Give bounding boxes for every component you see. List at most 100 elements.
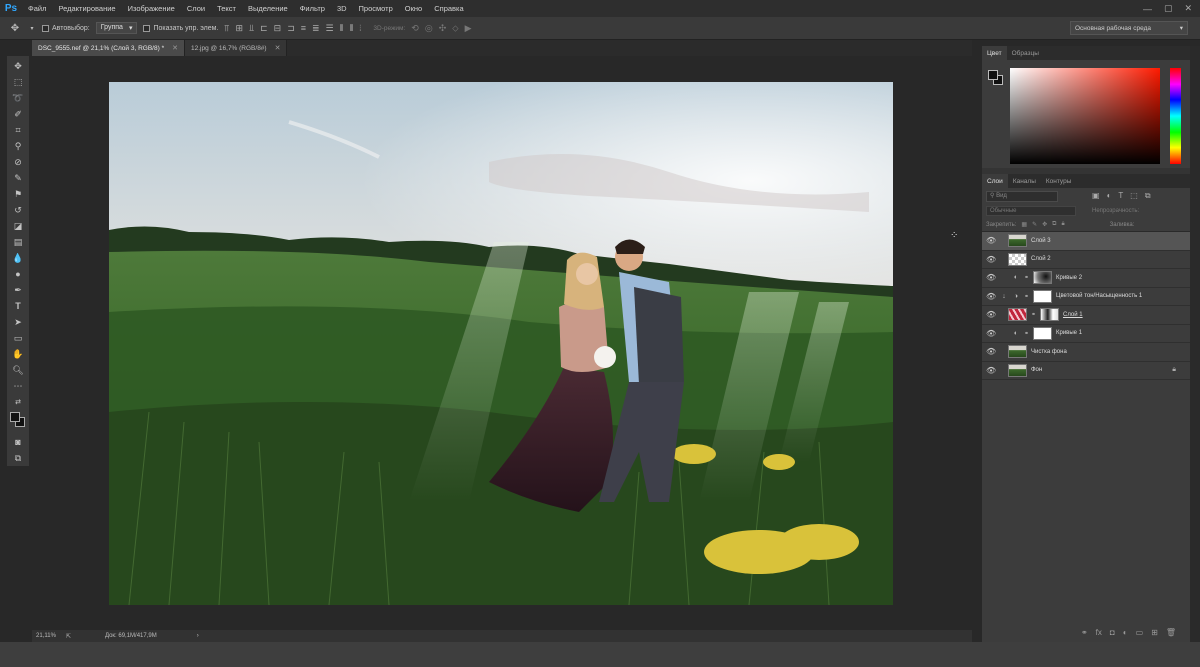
status-menu-arrow-icon[interactable]: ›	[197, 633, 199, 639]
export-icon[interactable]: ⇱	[66, 633, 71, 640]
roll-3d-icon[interactable]: ◎	[425, 23, 433, 34]
layer-mask-thumbnail[interactable]	[1033, 271, 1052, 285]
align-top-icon[interactable]: ⫪	[224, 23, 229, 34]
layer-mask-thumbnail[interactable]	[1033, 289, 1052, 303]
align-right-icon[interactable]: ⊐	[287, 23, 295, 34]
align-hcenter-icon[interactable]: ⊟	[274, 23, 282, 34]
rotate-3d-icon[interactable]: ⟲	[411, 23, 419, 34]
menu-edit[interactable]: Редактирование	[52, 4, 121, 13]
shape-tool-icon[interactable]: ▭	[10, 330, 26, 346]
align-vcenter-icon[interactable]: ⊞	[235, 23, 243, 34]
visibility-eye-icon[interactable]: 👁︎	[986, 255, 996, 264]
lock-pixels-icon[interactable]: ✎	[1032, 221, 1037, 228]
tab-channels[interactable]: Каналы	[1008, 174, 1041, 188]
mask-link-icon[interactable]: ⚭	[1024, 330, 1029, 337]
new-adjustment-icon[interactable]: ◐	[1123, 628, 1128, 637]
marquee-tool-icon[interactable]: ⬚	[10, 74, 26, 90]
distribute-hcenter-icon[interactable]: ⫴	[350, 23, 354, 34]
distribute-bottom-icon[interactable]: ☰	[326, 23, 334, 34]
layer-mask-thumbnail[interactable]	[1033, 326, 1052, 340]
filter-type-icon[interactable]: T	[1118, 191, 1123, 201]
quick-mask-icon[interactable]: ◙	[10, 434, 26, 450]
move-tool-icon[interactable]: ✥	[8, 21, 22, 35]
scale-3d-icon[interactable]: ▶	[465, 23, 472, 34]
layer-kind-filter[interactable]: ⚲ Вид	[986, 190, 1058, 202]
visibility-eye-icon[interactable]: 👁︎	[986, 366, 996, 375]
foreground-color-swatch[interactable]	[988, 70, 998, 80]
distribute-vcenter-icon[interactable]: ≣	[312, 23, 320, 34]
new-layer-icon[interactable]: ⊞	[1151, 628, 1158, 637]
curves-icon[interactable]: ◐	[1012, 330, 1020, 337]
tab-12-jpg[interactable]: 12.jpg @ 16,7% (RGB/8#) ✕	[184, 40, 288, 56]
swap-colors-icon[interactable]: ⇄	[10, 394, 26, 410]
close-tab-icon[interactable]: ✕	[275, 44, 281, 52]
autoselect-checkbox[interactable]: Автовыбор:	[42, 24, 90, 32]
pan-3d-icon[interactable]: ✣	[439, 23, 447, 34]
layer-thumbnail[interactable]	[1008, 252, 1027, 266]
menu-text[interactable]: Текст	[211, 4, 242, 13]
canvas-area[interactable]: ⁘	[32, 56, 972, 630]
close-button[interactable]: ✕	[1184, 3, 1192, 14]
filter-smart-icon[interactable]: ⧉	[1145, 191, 1151, 201]
gradient-tool-icon[interactable]: ▤	[10, 234, 26, 250]
zoom-tool-icon[interactable]: 🔍︎	[10, 362, 26, 378]
menu-filter[interactable]: Фильтр	[294, 4, 331, 13]
hue-slider[interactable]	[1170, 68, 1181, 164]
visibility-eye-icon[interactable]: 👁︎	[986, 292, 996, 301]
layer-row[interactable]: 👁︎ ⚭ Слой 1	[982, 306, 1190, 325]
visibility-eye-icon[interactable]: 👁︎	[986, 273, 996, 282]
fx-icon[interactable]: fx	[1096, 628, 1102, 637]
mask-link-icon[interactable]: ⚭	[1024, 274, 1029, 281]
tab-color[interactable]: Цвет	[982, 46, 1007, 60]
link-layers-icon[interactable]: ⚭	[1081, 628, 1088, 637]
layer-row[interactable]: 👁︎ ◐ ⚭ Кривые 2	[982, 269, 1190, 288]
pen-tool-icon[interactable]: ✒	[10, 282, 26, 298]
layer-thumbnail[interactable]	[1008, 234, 1027, 248]
document-image[interactable]	[109, 82, 893, 605]
healing-brush-tool-icon[interactable]: ⊘	[10, 154, 26, 170]
add-mask-icon[interactable]: ◘	[1110, 628, 1115, 637]
hand-tool-icon[interactable]: ✋	[10, 346, 26, 362]
lock-position-icon[interactable]: ✥	[1042, 221, 1047, 228]
mask-link-icon[interactable]: ⚭	[1024, 293, 1029, 300]
minimize-button[interactable]: —	[1143, 4, 1152, 14]
layer-row[interactable]: 👁︎ Чистка фона	[982, 343, 1190, 362]
lock-artboard-icon[interactable]: ⧉	[1052, 221, 1056, 228]
trash-icon[interactable]: 🗑︎	[1166, 628, 1176, 637]
color-swatches[interactable]	[10, 412, 26, 430]
layer-thumbnail[interactable]	[1008, 308, 1027, 322]
distribute-left-icon[interactable]: ⦀	[340, 23, 344, 34]
quick-select-tool-icon[interactable]: ✐	[10, 106, 26, 122]
layer-row[interactable]: 👁︎ ◐ ⚭ Кривые 1	[982, 325, 1190, 343]
crop-tool-icon[interactable]: ⌗	[10, 122, 26, 138]
mask-link-icon[interactable]: ⚭	[1031, 311, 1036, 318]
close-tab-icon[interactable]: ✕	[172, 44, 178, 52]
new-group-icon[interactable]: ▭	[1136, 628, 1144, 637]
menu-view[interactable]: Просмотр	[353, 4, 399, 13]
maximize-button[interactable]: ▢	[1164, 3, 1173, 14]
align-left-icon[interactable]: ⊏	[260, 23, 268, 34]
autoselect-dropdown[interactable]: Группа ▾	[95, 22, 138, 34]
photoshop-logo[interactable]: Ps	[0, 0, 22, 17]
layer-thumbnail[interactable]	[1008, 345, 1027, 359]
tab-layers[interactable]: Слои	[982, 174, 1008, 188]
menu-3d[interactable]: 3D	[331, 4, 353, 13]
lasso-tool-icon[interactable]: ➰	[10, 90, 26, 106]
menu-select[interactable]: Выделение	[242, 4, 294, 13]
visibility-eye-icon[interactable]: 👁︎	[986, 310, 996, 319]
eyedropper-tool-icon[interactable]: ⚲	[10, 138, 26, 154]
move-tool-icon[interactable]: ✥	[10, 58, 26, 74]
curves-icon[interactable]: ◐	[1012, 274, 1020, 281]
zoom-level[interactable]: 21,11%	[36, 633, 56, 639]
brush-tool-icon[interactable]: ✎	[10, 170, 26, 186]
blur-tool-icon[interactable]: 💧	[10, 250, 26, 266]
screen-mode-icon[interactable]: ⧉	[10, 450, 26, 466]
slide-3d-icon[interactable]: ⬦	[452, 23, 458, 34]
align-bottom-icon[interactable]: ⫫	[249, 23, 254, 34]
layer-row[interactable]: 👁︎ ↓ ◑ ⚭ Цветовой тон/Насыщенность 1	[982, 288, 1190, 306]
visibility-eye-icon[interactable]: 👁︎	[986, 329, 996, 338]
tab-dsc-9555[interactable]: DSC_9555.nef @ 21,1% (Слой 3, RGB/8) * ✕	[32, 40, 185, 56]
type-tool-icon[interactable]: T	[10, 298, 26, 314]
show-controls-checkbox-box[interactable]	[143, 24, 151, 32]
tool-preset-chevron-icon[interactable]: ▾	[28, 21, 36, 35]
